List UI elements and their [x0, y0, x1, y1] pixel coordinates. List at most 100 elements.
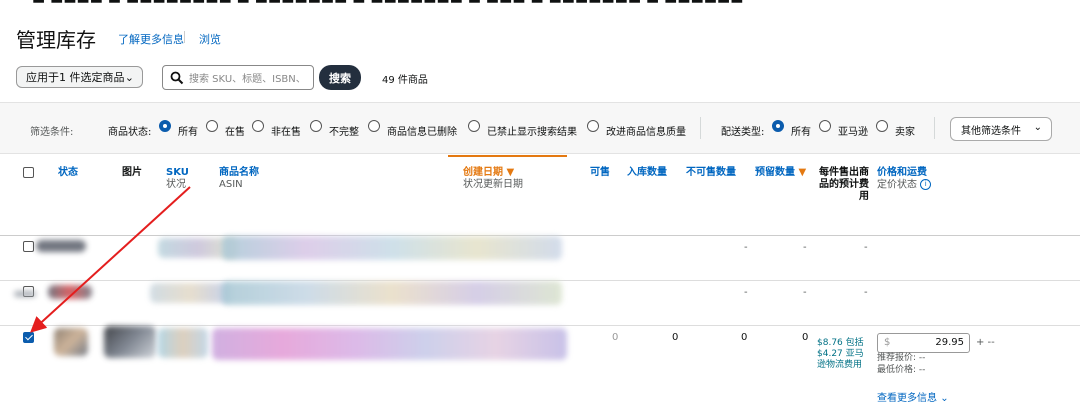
blurred-image — [14, 291, 36, 297]
fulfillment-radio-seller[interactable] — [876, 120, 888, 132]
status-option-active: 在售 — [225, 127, 245, 138]
fulfillment-radio-all[interactable] — [772, 120, 784, 132]
status-radio-quality[interactable] — [587, 120, 599, 132]
fee-line2: $4.27 亚马 — [817, 349, 864, 359]
status-option-quality: 改进商品信息质量 — [606, 127, 686, 138]
filter-divider — [700, 117, 701, 139]
blurred-image — [36, 240, 86, 252]
blurred-sku — [158, 328, 208, 358]
chevron-down-icon: ⌄ — [1033, 122, 1042, 133]
col-inbound[interactable]: 入库数量 — [627, 167, 667, 179]
table-row: - - - — [0, 281, 1080, 326]
blurred-image — [104, 326, 156, 358]
col-status[interactable]: 状态 — [58, 167, 78, 179]
col-created-date[interactable]: 创建日期 ▼ — [463, 167, 514, 179]
more-filters-button[interactable]: 其他筛选条件 ⌄ — [950, 117, 1052, 141]
view-more-link[interactable]: 查看更多信息 ⌄ — [877, 389, 949, 404]
row-value: - — [744, 287, 748, 298]
fulfillment-filter-label: 配送类型: — [721, 127, 765, 138]
row-value: - — [864, 287, 868, 298]
more-filters-label: 其他筛选条件 — [961, 125, 1021, 137]
status-filter-label: 商品状态: — [108, 127, 152, 138]
view-more-label: 查看更多信息 — [877, 393, 937, 404]
blurred-name — [212, 328, 567, 360]
table-header: 状态 图片 SKU 状况 商品名称 ASIN 创建日期 ▼ 状况更新日期 可售 … — [0, 155, 1080, 236]
fee-line1: $8.76 包括 — [817, 338, 864, 348]
unfulfillable-value: 0 — [741, 332, 748, 343]
col-sku-sub: 状况 — [166, 179, 186, 190]
pricing-info: 推荐报价: -- 最低价格: -- — [877, 352, 925, 376]
fee-estimate-link[interactable]: $8.76 包括 $4.27 亚马 逊物流费用 — [817, 338, 864, 371]
status-option-suppressed: 已禁止显示搜索结果 — [487, 127, 577, 138]
filter-divider — [934, 117, 935, 139]
status-radio-all[interactable] — [159, 120, 171, 132]
recommended-price: 推荐报价: -- — [877, 353, 926, 363]
sort-down-icon: ▼ — [798, 167, 807, 178]
fulfillment-option-amazon: 亚马逊 — [838, 127, 868, 138]
apply-to-selected-dropdown[interactable]: 应用于1 件选定商品 ⌄ — [16, 66, 143, 88]
col-price[interactable]: 价格和运费 — [877, 167, 927, 179]
status-radio-suppressed[interactable] — [468, 120, 480, 132]
chevron-down-icon: ⌄ — [124, 71, 134, 84]
col-date-sub: 状况更新日期 — [463, 179, 523, 190]
row-checkbox[interactable] — [23, 241, 34, 252]
blurred-name — [222, 236, 562, 260]
col-fee-line1: 每件售出商 — [819, 167, 869, 178]
select-all-checkbox[interactable] — [23, 167, 34, 178]
col-fee: 每件售出商 品的预计费用 — [817, 167, 869, 203]
search-input[interactable]: 搜索 SKU、标题、ISBN、 — [162, 65, 314, 90]
item-count: 49 件商品 — [382, 75, 428, 86]
fulfillment-option-all: 所有 — [791, 127, 811, 138]
col-unfulfillable[interactable]: 不可售数量 — [686, 167, 736, 179]
status-option-deleted: 商品信息已删除 — [387, 127, 457, 138]
status-radio-active[interactable] — [206, 120, 218, 132]
status-option-incomplete: 不完整 — [329, 127, 359, 138]
breadcrumb-clip: ■ ■■■■ ■ ■■■■■■■■ ■ ■■■■■■■ ■ ■■■■■■■ ■ … — [32, 0, 744, 5]
status-radio-incomplete[interactable] — [310, 120, 322, 132]
search-placeholder: 搜索 SKU、标题、ISBN、 — [189, 74, 306, 85]
fee-line3: 逊物流费用 — [817, 360, 863, 370]
reserved-value: 0 — [802, 332, 809, 343]
col-price-sub: 定价状态 i — [877, 179, 932, 192]
divider — [184, 31, 185, 43]
price-input[interactable]: $ 29.95 — [877, 333, 970, 353]
info-icon[interactable]: i — [920, 179, 932, 190]
table-row: - - - — [0, 236, 1080, 281]
blurred-image — [48, 285, 92, 299]
col-name[interactable]: 商品名称 — [219, 167, 259, 179]
fulfillment-radio-amazon[interactable] — [819, 120, 831, 132]
status-radio-deleted[interactable] — [368, 120, 380, 132]
shipping-value: + -- — [976, 337, 995, 348]
inbound-value: 0 — [672, 332, 679, 343]
col-date-label: 创建日期 — [463, 167, 503, 178]
fulfillment-option-seller: 卖家 — [895, 127, 915, 138]
blurred-name — [222, 281, 562, 305]
learn-more-link[interactable]: 了解更多信息 — [118, 31, 184, 47]
browse-link[interactable]: 浏览 — [199, 31, 221, 47]
filter-bar: 筛选条件: 商品状态: 所有 在售 非在售 不完整 商品信息已删除 已禁止显示搜… — [0, 102, 1080, 154]
status-option-inactive: 非在售 — [271, 127, 301, 138]
col-fee-line2: 品的预计费 — [819, 179, 869, 190]
price-value: 29.95 — [935, 337, 964, 348]
col-reserved-label: 预留数量 — [755, 167, 795, 178]
col-fee-line3: 用 — [859, 191, 869, 202]
blurred-sku — [150, 283, 230, 303]
search-icon — [170, 71, 184, 84]
sort-indicator-line — [448, 155, 567, 157]
chevron-down-icon: ⌄ — [940, 393, 949, 404]
row-value: - — [744, 242, 748, 253]
col-image: 图片 — [122, 167, 142, 178]
blurred-image — [54, 328, 88, 356]
col-sku[interactable]: SKU — [166, 167, 189, 179]
col-available[interactable]: 可售 — [590, 167, 610, 179]
row-checkbox-checked[interactable] — [23, 332, 34, 343]
col-reserved[interactable]: 预留数量 ▼ — [755, 167, 806, 179]
row-value: - — [803, 242, 807, 253]
col-price-sub-label: 定价状态 — [877, 179, 917, 191]
sort-down-icon: ▼ — [506, 167, 515, 178]
filter-label: 筛选条件: — [30, 127, 74, 138]
search-button[interactable]: 搜索 — [319, 65, 361, 90]
lowest-price: 最低价格: -- — [877, 365, 926, 375]
status-radio-inactive[interactable] — [252, 120, 264, 132]
row-value: - — [864, 242, 868, 253]
